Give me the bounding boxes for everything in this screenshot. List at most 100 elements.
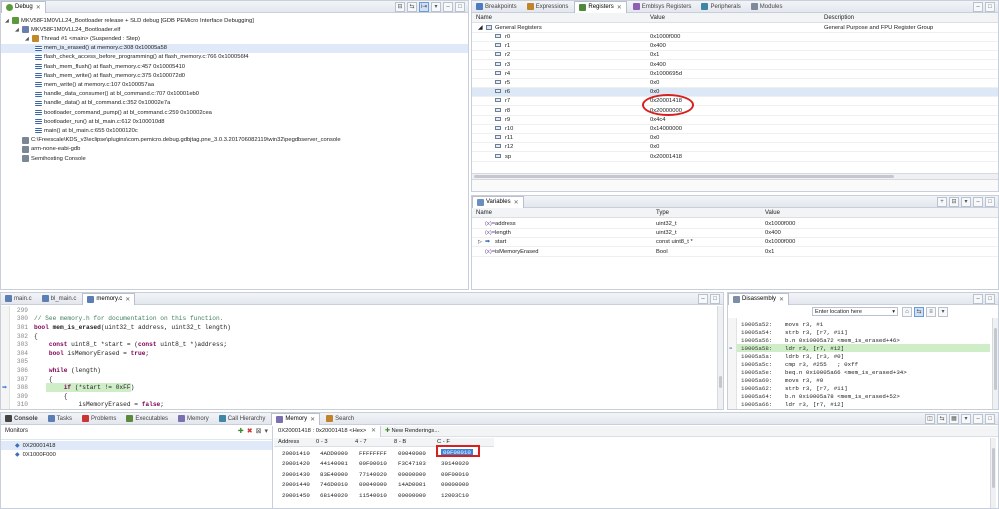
disassembly-lines[interactable]: 10005a52: movs r3, #1 10005a54: strb r3, [r… bbox=[729, 320, 990, 409]
debug-tree-item[interactable]: flash_check_access_before_programming() … bbox=[1, 53, 468, 62]
register-row[interactable]: r12 0x0 bbox=[472, 143, 998, 153]
variable-value[interactable]: 0x1000f000 bbox=[765, 239, 795, 245]
disassembly-line[interactable]: 10005a66: ldr r3, [r7, #12] bbox=[737, 400, 990, 408]
memory-cell[interactable]: 11540010 bbox=[359, 492, 387, 499]
memory-cell[interactable]: 00040000 bbox=[398, 450, 426, 457]
register-value[interactable]: 0x0 bbox=[650, 135, 659, 141]
expand-down-icon[interactable]: ◢ bbox=[25, 36, 30, 42]
debug-tree-item[interactable]: ◢ Thread #1 <main> (Suspended : Step) bbox=[1, 34, 468, 43]
code-area[interactable]: 299 300 // See memory.h for documentation … bbox=[2, 306, 715, 409]
memory-cell[interactable]: 00000000 bbox=[398, 492, 426, 499]
new-renderings-tab[interactable]: ✚ New Renderings... bbox=[381, 428, 443, 434]
close-icon[interactable]: ✕ bbox=[36, 4, 41, 11]
memory-cell[interactable]: 68140020 bbox=[320, 492, 348, 499]
minimize-icon[interactable]: – bbox=[973, 2, 983, 12]
tab-console[interactable]: Console bbox=[1, 413, 42, 424]
debug-tree-item[interactable]: handle_data_consumer() at bl_command.c:7… bbox=[1, 90, 468, 99]
register-row[interactable]: r3 0x400 bbox=[472, 61, 998, 70]
memory-col-header[interactable]: 4 - 7 bbox=[355, 439, 367, 445]
col-value[interactable]: Value bbox=[765, 210, 780, 216]
memory-vscrollbar[interactable] bbox=[990, 438, 996, 508]
tab-problems[interactable]: Problems bbox=[78, 413, 120, 424]
register-row[interactable]: sp 0x20001418 bbox=[472, 153, 998, 162]
toggle-memory-monitors-icon[interactable]: ▦ bbox=[949, 414, 959, 424]
memory-col-header[interactable]: 8 - B bbox=[394, 439, 406, 445]
debug-tree-item[interactable]: C:\Freescale\KDS_v3\eclipse\plugins\com.… bbox=[1, 136, 468, 145]
memory-cell[interactable]: 00F00010 bbox=[359, 460, 387, 467]
view-menu-icon[interactable]: ▾ bbox=[961, 414, 971, 424]
memory-cell[interactable]: F3C47103 bbox=[398, 460, 426, 467]
col-description[interactable]: Description bbox=[824, 15, 854, 21]
close-icon[interactable]: ✕ bbox=[125, 296, 130, 303]
expand-down-icon[interactable]: ◢ bbox=[5, 18, 10, 24]
memory-cell[interactable]: 00000000 bbox=[398, 471, 426, 478]
memory-cell[interactable]: FFFFFFFF bbox=[359, 450, 387, 457]
minimize-icon[interactable]: – bbox=[443, 2, 453, 12]
toggle-split-pane-icon[interactable]: ◫ bbox=[925, 414, 935, 424]
maximize-icon[interactable]: □ bbox=[985, 414, 995, 424]
link-with-editor-icon[interactable]: ⇆ bbox=[407, 2, 417, 12]
memory-cell[interactable]: 77140020 bbox=[359, 471, 387, 478]
maximize-icon[interactable]: □ bbox=[710, 294, 720, 304]
memory-cell[interactable]: 12003C10 bbox=[441, 492, 469, 499]
variable-row[interactable]: (x)= isMemoryErased Bool 0x1 bbox=[472, 248, 998, 257]
disassembly-line[interactable]: 10005a56: b.n 0x10005a72 <mem_is_erased+4… bbox=[737, 336, 990, 344]
tab-modules[interactable]: Modules bbox=[747, 1, 787, 12]
link-with-active-context-icon[interactable]: ⇆ bbox=[914, 306, 924, 317]
debug-tree-item[interactable]: bootloader_command_pump() at bl_command.… bbox=[1, 108, 468, 117]
tab-memory[interactable]: Memory ✕ bbox=[271, 413, 321, 425]
disassembly-current-line[interactable]: ➡ 10005a58: ldr r3, [r7, #12] bbox=[729, 344, 990, 352]
disassembly-line[interactable]: 10005a62: strb r3, [r7, #11] bbox=[737, 384, 990, 392]
memory-col-header[interactable]: Address bbox=[278, 439, 299, 445]
col-value[interactable]: Value bbox=[650, 15, 665, 21]
memory-col-header[interactable]: 0 - 3 bbox=[316, 439, 328, 445]
register-row[interactable]: r4 0x1000695d bbox=[472, 70, 998, 79]
expand-down-icon[interactable]: ◢ bbox=[15, 27, 20, 33]
memory-cell[interactable]: 00040000 bbox=[359, 481, 387, 488]
disassembly-line[interactable]: 10005a5c: cmp r3, #255 ; 0xff bbox=[737, 360, 990, 368]
view-menu-icon[interactable]: ▾ bbox=[431, 2, 441, 12]
monitor-item[interactable]: ◆ 0X1000F000 bbox=[1, 450, 272, 459]
memory-cell[interactable]: 00F00010 bbox=[441, 471, 469, 478]
debug-tree-item[interactable]: flash_mem_flush() at flash_memory.c:457 … bbox=[1, 62, 468, 71]
col-name[interactable]: Name bbox=[476, 210, 492, 216]
register-row[interactable]: r10 0x14000000 bbox=[472, 125, 998, 134]
close-icon[interactable]: ✕ bbox=[779, 296, 784, 303]
debug-tree-item[interactable]: flash_mem_write() at flash_memory.c:375 … bbox=[1, 71, 468, 80]
register-row[interactable]: r1 0x400 bbox=[472, 42, 998, 52]
tab-expressions[interactable]: Expressions bbox=[523, 1, 573, 12]
debug-tree-item[interactable]: Semihosting Console bbox=[1, 154, 468, 163]
memory-cell[interactable]: 14AD0001 bbox=[398, 481, 426, 488]
disassembly-line[interactable]: 10005a52: movs r3, #1 bbox=[737, 320, 990, 328]
maximize-icon[interactable]: □ bbox=[455, 2, 465, 12]
col-name[interactable]: Name bbox=[476, 15, 492, 21]
link-memory-panes-icon[interactable]: ⇆ bbox=[937, 414, 947, 424]
disassembly-vscrollbar[interactable] bbox=[992, 318, 998, 409]
maximize-icon[interactable]: □ bbox=[985, 294, 995, 304]
register-value[interactable]: 0x14000000 bbox=[650, 126, 682, 132]
disassembly-line[interactable]: 10005a5a: ldrb r3, [r3, #0] bbox=[737, 352, 990, 360]
tab-disassembly[interactable]: Disassembly ✕ bbox=[728, 293, 790, 305]
tab-breakpoints[interactable]: Breakpoints bbox=[472, 1, 521, 12]
minimize-icon[interactable]: – bbox=[973, 294, 983, 304]
minimize-icon[interactable]: – bbox=[973, 197, 983, 207]
col-type[interactable]: Type bbox=[656, 210, 669, 216]
register-value[interactable]: 0x0 bbox=[650, 80, 659, 86]
location-input[interactable]: Enter location here ▾ bbox=[812, 307, 898, 316]
memory-cell[interactable]: 4ADD0000 bbox=[320, 450, 348, 457]
tab-main-c[interactable]: main.c bbox=[1, 293, 36, 304]
remove-all-icon[interactable]: ⊠ bbox=[256, 427, 262, 435]
tab-bl_main-c[interactable]: bl_main.c bbox=[38, 293, 81, 304]
close-icon[interactable]: ✕ bbox=[514, 199, 519, 206]
close-icon[interactable]: ✕ bbox=[617, 4, 622, 11]
register-value[interactable]: 0x400 bbox=[650, 62, 666, 68]
disassembly-line[interactable]: 10005a54: strb r3, [r7, #11] bbox=[737, 328, 990, 336]
tab-executables[interactable]: Executables bbox=[122, 413, 172, 424]
view-menu-icon[interactable]: ▾ bbox=[264, 427, 268, 435]
register-group-row[interactable]: ◢ General Registers General Purpose and … bbox=[472, 24, 998, 33]
register-row[interactable]: r7 0x20001418 bbox=[472, 97, 998, 107]
variable-value[interactable]: 0x1000f000 bbox=[765, 221, 795, 227]
view-menu-icon[interactable]: ▾ bbox=[961, 197, 971, 207]
register-row[interactable]: r0 0x1000f000 bbox=[472, 33, 998, 42]
variable-row[interactable]: ▷ ➡ start const uint8_t * 0x1000f000 bbox=[472, 238, 998, 248]
